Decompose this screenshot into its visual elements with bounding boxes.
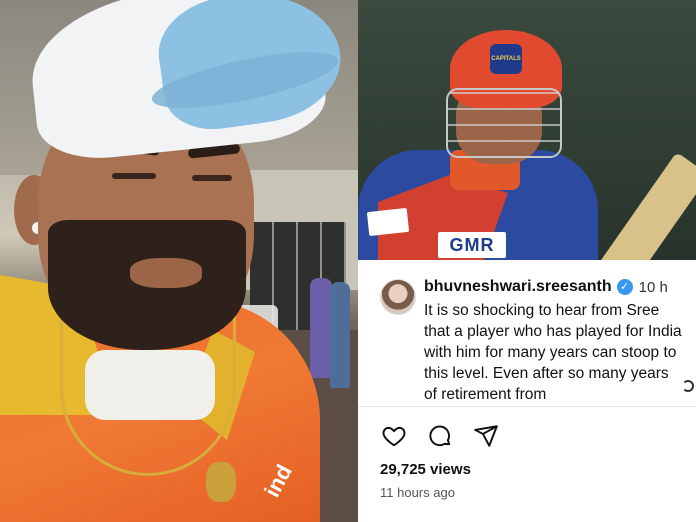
divider bbox=[358, 406, 696, 407]
post-caption: It is so shocking to hear from Sree that… bbox=[424, 302, 682, 403]
background-person bbox=[330, 282, 350, 388]
heart-icon bbox=[382, 426, 406, 447]
more-icon bbox=[682, 380, 694, 392]
post-header: bhuvneshwari.sreesanth ✓ 10 h bbox=[424, 276, 668, 298]
view-count: 29,725 views bbox=[380, 461, 471, 478]
post-age: 11 hours ago bbox=[380, 485, 455, 500]
helmet-grille bbox=[446, 88, 562, 158]
post-time: 10 h bbox=[638, 278, 668, 296]
batsman-photo: CAPITALS GMR bbox=[358, 0, 696, 260]
comment-button[interactable] bbox=[426, 422, 454, 450]
chain-pendant bbox=[206, 462, 236, 502]
mouth bbox=[130, 258, 202, 288]
selfie-photo: ind bbox=[0, 0, 358, 522]
closed-eye bbox=[192, 175, 232, 181]
background-person bbox=[310, 278, 332, 378]
closed-eye bbox=[112, 173, 156, 179]
avatar[interactable] bbox=[380, 279, 416, 315]
helmet-badge: CAPITALS bbox=[490, 44, 522, 74]
instagram-post-card: bhuvneshwari.sreesanth ✓ 10 h It is so s… bbox=[358, 260, 696, 522]
like-button[interactable] bbox=[380, 422, 408, 450]
sleeve-sponsor bbox=[366, 207, 410, 237]
verified-badge-icon: ✓ bbox=[616, 279, 633, 295]
cricket-bat bbox=[590, 152, 696, 260]
jersey-sponsor: GMR bbox=[438, 232, 506, 258]
post-actions bbox=[380, 422, 500, 450]
share-button[interactable] bbox=[472, 422, 500, 450]
username[interactable]: bhuvneshwari.sreesanth bbox=[424, 278, 612, 296]
share-icon bbox=[474, 425, 498, 447]
comment-icon bbox=[429, 425, 451, 447]
